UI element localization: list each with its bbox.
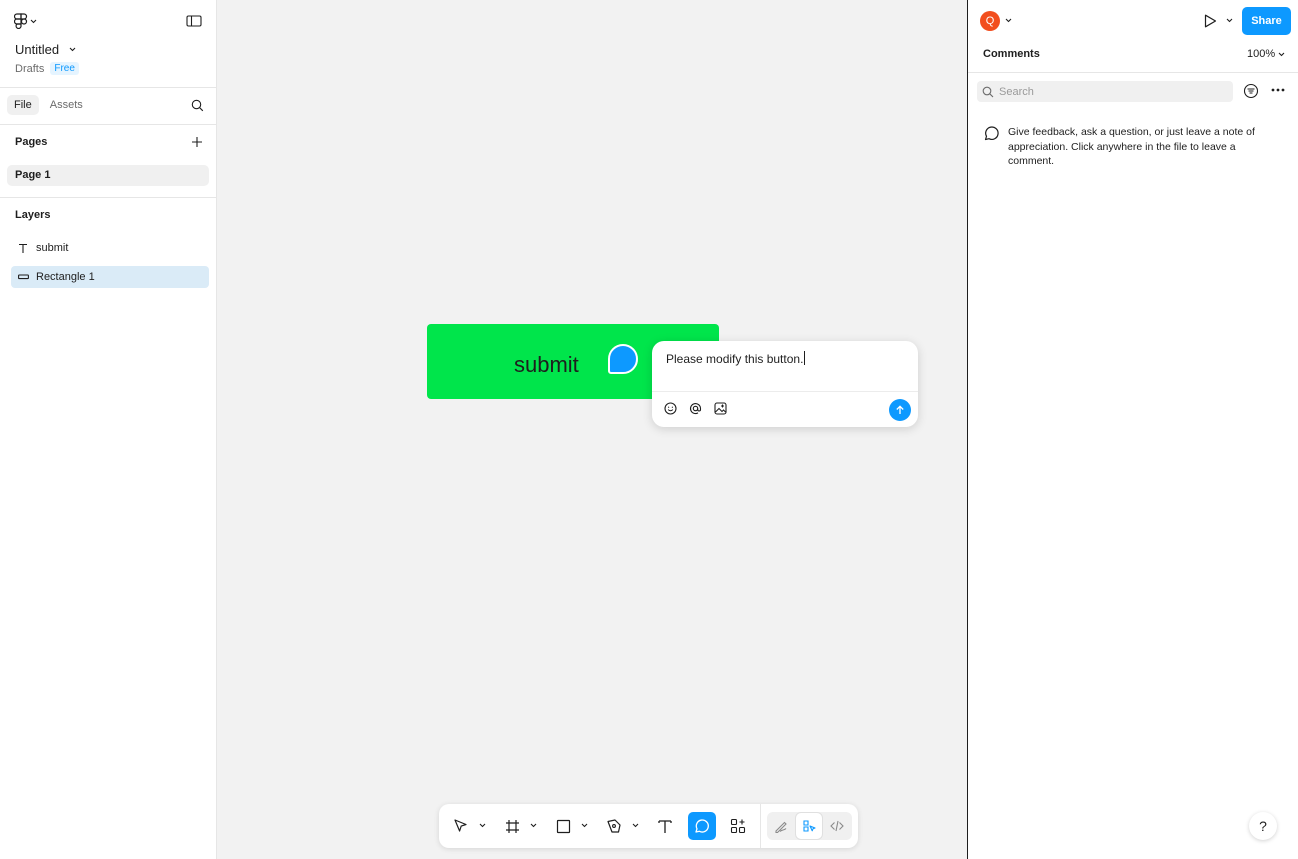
submit-text[interactable]: submit (514, 352, 579, 378)
chevron-down-icon (1278, 52, 1285, 57)
play-icon[interactable] (1202, 13, 1218, 29)
draw-mode-button[interactable] (768, 813, 794, 839)
main-menu-button[interactable] (14, 13, 37, 29)
actions-tool[interactable] (724, 812, 752, 840)
divider (0, 87, 216, 88)
chevron-down-icon[interactable] (530, 823, 537, 828)
sidebar-topbar (0, 0, 216, 40)
cursor-icon (453, 818, 469, 834)
dev-mode-button[interactable] (824, 813, 850, 839)
empty-state-message: Give feedback, ask a question, or just l… (1008, 126, 1255, 167)
file-name-button[interactable]: Untitled (15, 42, 76, 57)
rectangle-layer-icon (11, 274, 35, 280)
divider (0, 197, 216, 198)
pen-icon (606, 818, 622, 834)
comment-input[interactable]: Please modify this button. (666, 351, 805, 366)
chevron-down-icon[interactable] (479, 823, 486, 828)
tab-assets[interactable]: Assets (43, 95, 90, 115)
avatar[interactable]: Q (980, 11, 1000, 31)
left-sidebar: Untitled Drafts Free File Assets Pages P… (0, 0, 217, 859)
design-mode-icon (802, 819, 816, 833)
comment-pin[interactable] (608, 344, 638, 374)
drafts-link[interactable]: Drafts (15, 63, 44, 75)
layer-label: Rectangle 1 (36, 271, 95, 283)
figma-logo-icon (14, 13, 28, 29)
canvas[interactable]: submit Please modify this button. (217, 0, 967, 859)
comment-icon (694, 818, 710, 834)
chevron-down-icon (69, 47, 76, 52)
chevron-down-icon (30, 19, 37, 24)
chevron-down-icon[interactable] (1226, 18, 1233, 23)
add-page-icon[interactable] (191, 136, 203, 148)
sidebar-toggle-icon[interactable] (186, 14, 202, 28)
help-button[interactable]: ? (1249, 812, 1277, 840)
panel-title: Comments (983, 48, 1040, 60)
draw-mode-icon (774, 819, 788, 833)
pen-tool[interactable] (600, 812, 628, 840)
bottom-toolbar (439, 804, 858, 848)
comment-bubble-icon (983, 125, 1001, 141)
pages-heading: Pages (15, 136, 48, 148)
layer-item-rectangle-1[interactable]: Rectangle 1 (11, 266, 209, 288)
share-button[interactable]: Share (1242, 7, 1291, 35)
mention-icon[interactable] (689, 402, 702, 415)
file-location: Drafts Free (15, 62, 79, 75)
emoji-icon[interactable] (664, 402, 677, 415)
comment-tool[interactable] (688, 812, 716, 840)
layer-item-submit[interactable]: submit (11, 237, 209, 259)
page-item[interactable]: Page 1 (7, 165, 209, 186)
search-input[interactable] (999, 85, 1219, 98)
search-icon (982, 86, 994, 98)
chevron-down-icon[interactable] (581, 823, 588, 828)
design-mode-button[interactable] (796, 813, 822, 839)
frame-tool[interactable] (498, 812, 526, 840)
zoom-value: 100% (1247, 48, 1276, 60)
rectangle-icon (556, 819, 571, 834)
divider (652, 391, 918, 392)
arrow-up-icon (895, 405, 905, 415)
rectangle-tool[interactable] (549, 812, 577, 840)
sidebar-tabs: File Assets (7, 95, 90, 115)
right-panel: Q Share Comments 100% Give feedback, ask… (967, 0, 1298, 859)
layers-heading: Layers (15, 209, 51, 221)
text-tool[interactable] (651, 812, 679, 840)
comments-search[interactable] (977, 81, 1233, 102)
file-title: Untitled (15, 42, 60, 57)
tab-file[interactable]: File (7, 95, 39, 115)
frame-icon (505, 819, 520, 834)
mode-switcher (767, 812, 852, 840)
text-icon (658, 819, 672, 834)
filter-icon[interactable] (1243, 83, 1259, 99)
divider (968, 72, 1298, 73)
divider (760, 804, 761, 848)
chevron-down-icon[interactable] (1005, 18, 1012, 23)
code-icon (830, 819, 844, 833)
layer-label: submit (36, 242, 69, 254)
move-tool[interactable] (447, 812, 475, 840)
zoom-dropdown[interactable]: 100% (1247, 48, 1285, 60)
chevron-down-icon[interactable] (632, 823, 639, 828)
search-icon[interactable] (191, 99, 204, 112)
send-comment-button[interactable] (889, 399, 911, 421)
plan-badge: Free (50, 62, 79, 75)
more-options-icon[interactable] (1271, 88, 1285, 92)
image-attach-icon[interactable] (714, 402, 727, 415)
actions-grid-icon (730, 818, 746, 834)
comment-composer: Please modify this button. (652, 341, 918, 427)
divider (0, 124, 216, 125)
text-layer-icon (11, 243, 35, 254)
